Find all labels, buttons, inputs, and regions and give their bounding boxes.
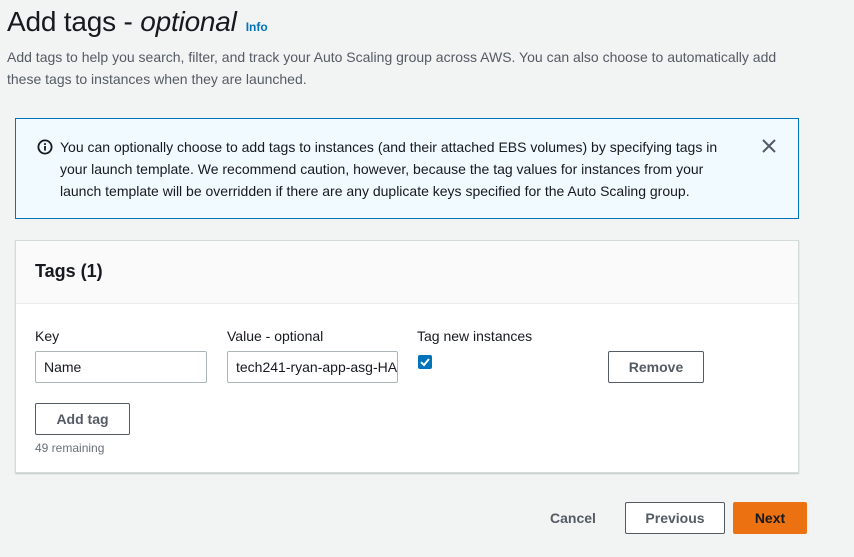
alert-message: You can optionally choose to add tags to… xyxy=(60,139,718,199)
page-title: Add tags - optional Info xyxy=(7,6,268,38)
tag-value-input[interactable]: tech241-ryan-app-asg-HA xyxy=(227,351,398,383)
tag-new-instances-column-label: Tag new instances xyxy=(417,328,533,344)
tag-key-input[interactable]: Name xyxy=(35,351,207,383)
checkmark-icon xyxy=(420,358,430,367)
tags-panel-header: Tags (1) xyxy=(16,241,798,304)
key-column-label: Key xyxy=(35,328,60,344)
title-text: Add tags - optional xyxy=(7,6,237,37)
info-link[interactable]: Info xyxy=(246,20,268,34)
info-circle-icon xyxy=(37,139,53,155)
tags-remaining-count: 49 remaining xyxy=(35,441,105,455)
previous-button[interactable]: Previous xyxy=(625,502,725,534)
value-column-label: Value - optional xyxy=(227,328,324,344)
add-tag-button[interactable]: Add tag xyxy=(35,403,130,435)
tag-new-instances-checkbox[interactable] xyxy=(418,355,432,369)
info-alert: You can optionally choose to add tags to… xyxy=(15,118,799,219)
cancel-button[interactable]: Cancel xyxy=(540,502,606,534)
tags-panel-title: Tags (1) xyxy=(35,261,103,281)
remove-tag-button[interactable]: Remove xyxy=(608,351,704,383)
page-description: Add tags to help you search, filter, and… xyxy=(7,49,777,87)
add-tags-page: Add tags - optional Info Add tags to hel… xyxy=(0,0,854,557)
close-icon[interactable] xyxy=(761,138,777,154)
tags-panel: Tags (1) Key Value - optional Tag new in… xyxy=(15,240,799,473)
next-button[interactable]: Next xyxy=(733,502,807,534)
